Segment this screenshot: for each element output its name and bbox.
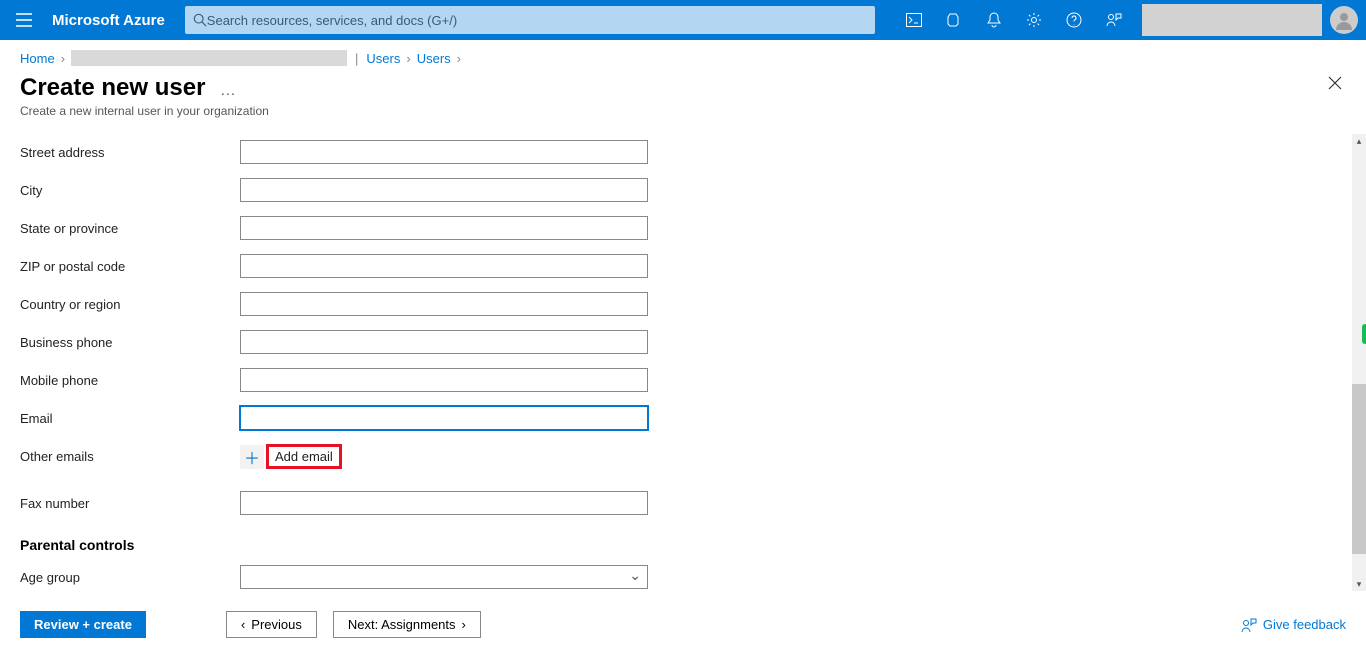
field-age-group: Age group bbox=[20, 565, 1346, 589]
top-bar: Microsoft Azure bbox=[0, 0, 1366, 40]
notifications-button[interactable] bbox=[974, 0, 1014, 40]
scrollbar[interactable]: ▴ ▾ bbox=[1352, 134, 1366, 591]
breadcrumb-tenant[interactable] bbox=[71, 50, 347, 66]
account-info[interactable] bbox=[1142, 4, 1322, 36]
bell-icon bbox=[987, 12, 1001, 28]
person-feedback-icon bbox=[1241, 617, 1257, 633]
footer-bar: Review + create ‹ Previous Next: Assignm… bbox=[0, 591, 1366, 657]
scroll-thumb[interactable] bbox=[1352, 384, 1366, 554]
field-fax: Fax number bbox=[20, 491, 1346, 515]
copilot-button[interactable] bbox=[934, 0, 974, 40]
scroll-up-icon[interactable]: ▴ bbox=[1352, 134, 1366, 148]
label-other-emails: Other emails bbox=[20, 449, 240, 464]
label-country: Country or region bbox=[20, 297, 240, 312]
person-icon bbox=[1334, 10, 1354, 30]
input-city[interactable] bbox=[240, 178, 648, 202]
label-age-group: Age group bbox=[20, 570, 240, 585]
input-mobile-phone[interactable] bbox=[240, 368, 648, 392]
input-business-phone[interactable] bbox=[240, 330, 648, 354]
form-area: Street address City State or province ZI… bbox=[0, 134, 1366, 591]
give-feedback-link[interactable]: Give feedback bbox=[1241, 617, 1346, 633]
feedback-label: Give feedback bbox=[1263, 617, 1346, 632]
label-city: City bbox=[20, 183, 240, 198]
field-mobile-phone: Mobile phone bbox=[20, 368, 1346, 392]
plus-icon: ＋ bbox=[240, 445, 264, 469]
chevron-right-icon: › bbox=[462, 617, 466, 632]
field-state: State or province bbox=[20, 216, 1346, 240]
hamburger-icon bbox=[16, 13, 32, 27]
breadcrumb-users-2[interactable]: Users bbox=[417, 51, 451, 66]
chevron-right-icon: › bbox=[61, 51, 65, 66]
label-state: State or province bbox=[20, 221, 240, 236]
review-create-button[interactable]: Review + create bbox=[20, 611, 146, 638]
avatar[interactable] bbox=[1330, 6, 1358, 34]
label-fax: Fax number bbox=[20, 496, 240, 511]
breadcrumb: Home › | Users › Users › bbox=[0, 40, 1366, 70]
cloud-shell-button[interactable] bbox=[894, 0, 934, 40]
page-header: Create new user … Create a new internal … bbox=[0, 70, 1366, 126]
add-email-button[interactable]: ＋ Add email bbox=[240, 444, 342, 469]
previous-label: Previous bbox=[251, 617, 302, 632]
copilot-icon bbox=[946, 12, 962, 28]
gear-icon bbox=[1026, 12, 1042, 28]
field-city: City bbox=[20, 178, 1346, 202]
field-country: Country or region bbox=[20, 292, 1346, 316]
input-street-address[interactable] bbox=[240, 140, 648, 164]
feedback-button[interactable] bbox=[1094, 0, 1134, 40]
breadcrumb-home[interactable]: Home bbox=[20, 51, 55, 66]
search-icon bbox=[193, 13, 207, 27]
breadcrumb-users-1[interactable]: Users bbox=[366, 51, 400, 66]
help-button[interactable] bbox=[1054, 0, 1094, 40]
label-street-address: Street address bbox=[20, 145, 240, 160]
chevron-right-icon: › bbox=[457, 51, 461, 66]
input-email[interactable] bbox=[240, 406, 648, 430]
more-actions[interactable]: … bbox=[220, 82, 237, 100]
field-business-phone: Business phone bbox=[20, 330, 1346, 354]
add-email-label: Add email bbox=[266, 444, 342, 469]
person-feedback-icon bbox=[1106, 12, 1122, 28]
brand[interactable]: Microsoft Azure bbox=[48, 12, 185, 29]
page-title: Create new user bbox=[20, 74, 205, 102]
chevron-right-icon: › bbox=[406, 51, 410, 66]
field-street-address: Street address bbox=[20, 140, 1346, 164]
global-search[interactable] bbox=[185, 6, 875, 34]
help-icon bbox=[1066, 12, 1082, 28]
field-email: Email bbox=[20, 406, 1346, 430]
scroll-down-icon[interactable]: ▾ bbox=[1352, 577, 1366, 591]
close-icon bbox=[1328, 76, 1342, 90]
menu-toggle[interactable] bbox=[0, 13, 48, 27]
previous-button[interactable]: ‹ Previous bbox=[226, 611, 317, 638]
label-email: Email bbox=[20, 411, 240, 426]
field-zip: ZIP or postal code bbox=[20, 254, 1346, 278]
label-business-phone: Business phone bbox=[20, 335, 240, 350]
page-subtitle: Create a new internal user in your organ… bbox=[20, 104, 1346, 118]
input-country[interactable] bbox=[240, 292, 648, 316]
close-button[interactable] bbox=[1328, 76, 1342, 90]
cloud-shell-icon bbox=[906, 13, 922, 27]
field-other-emails: Other emails ＋ Add email bbox=[20, 444, 1346, 469]
input-fax[interactable] bbox=[240, 491, 648, 515]
label-zip: ZIP or postal code bbox=[20, 259, 240, 274]
input-zip[interactable] bbox=[240, 254, 648, 278]
select-age-group[interactable] bbox=[240, 565, 648, 589]
next-button[interactable]: Next: Assignments › bbox=[333, 611, 481, 638]
search-input[interactable] bbox=[207, 13, 867, 28]
section-parental-controls: Parental controls bbox=[20, 537, 1346, 553]
settings-button[interactable] bbox=[1014, 0, 1054, 40]
label-mobile-phone: Mobile phone bbox=[20, 373, 240, 388]
side-tab[interactable] bbox=[1362, 324, 1366, 344]
input-state[interactable] bbox=[240, 216, 648, 240]
separator: | bbox=[355, 51, 358, 66]
chevron-left-icon: ‹ bbox=[241, 617, 245, 632]
next-label: Next: Assignments bbox=[348, 617, 456, 632]
